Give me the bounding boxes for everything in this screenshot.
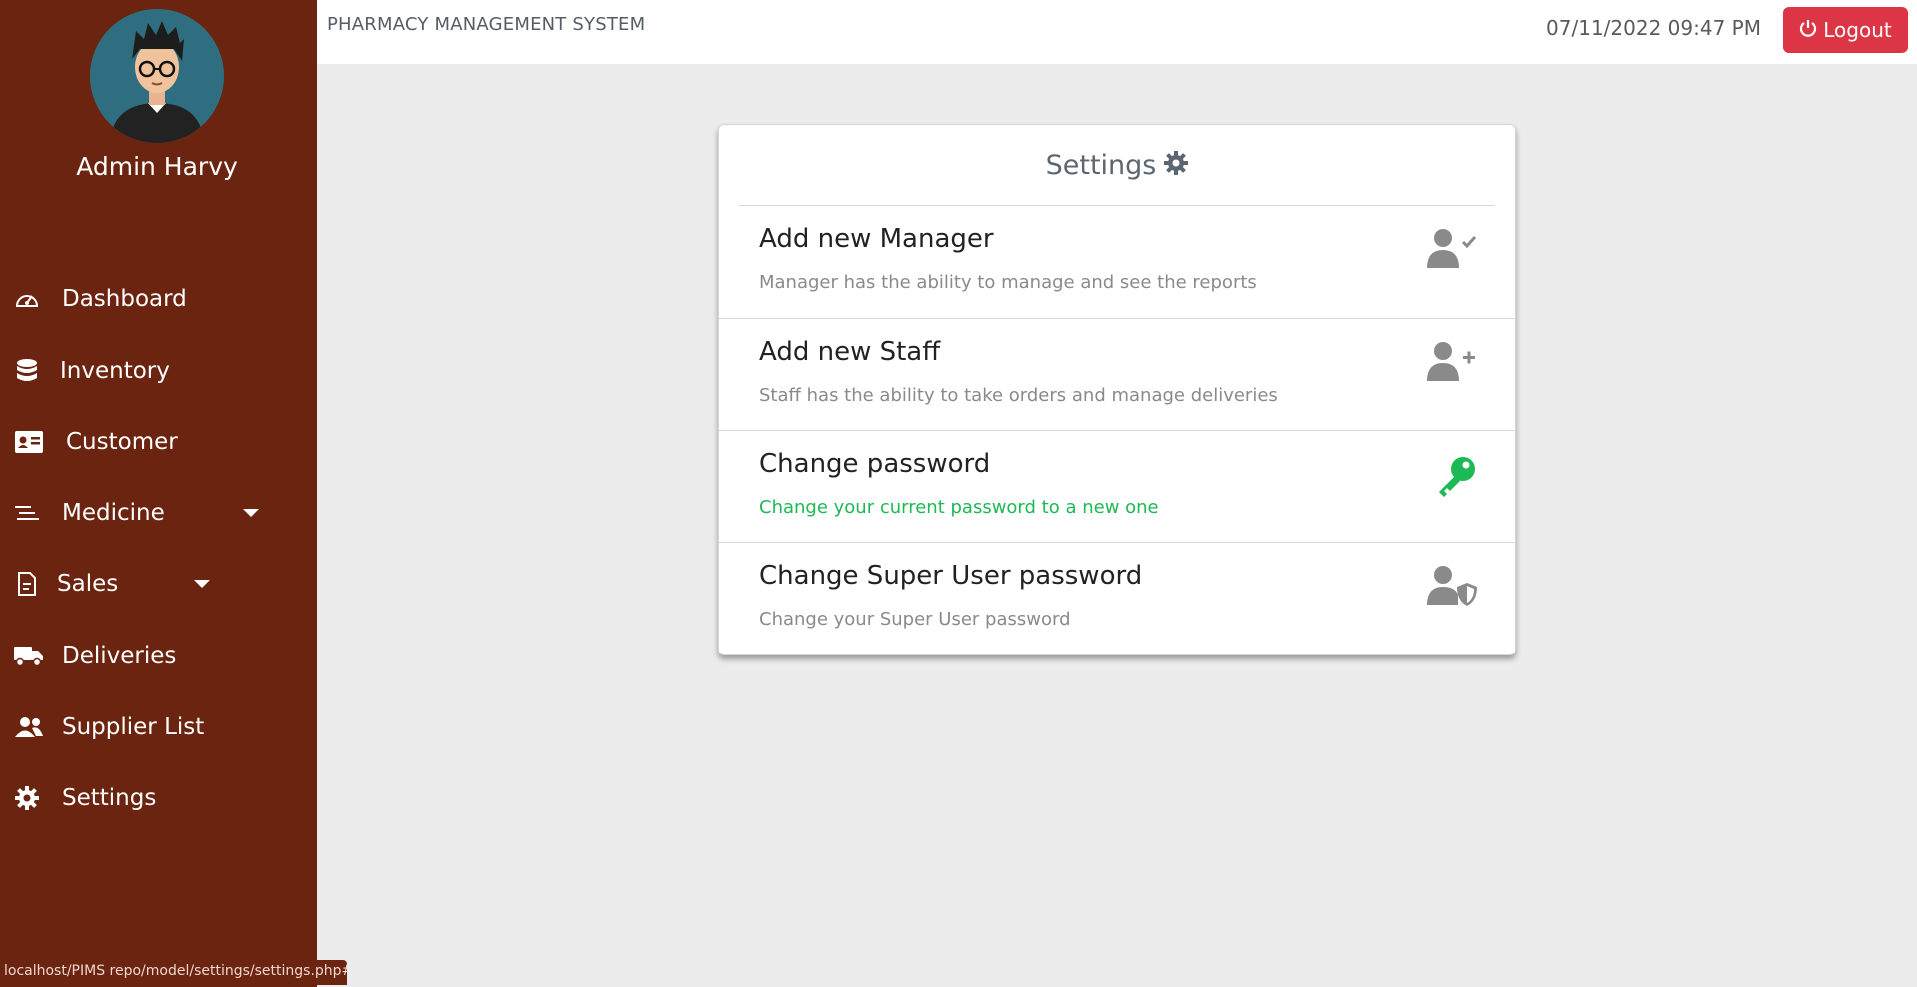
sidebar-item-label: Settings [62, 785, 157, 811]
row-title: Add new Staff [759, 337, 941, 367]
row-desc: Change your current password to a new on… [759, 497, 1159, 518]
app-title: PHARMACY MANAGEMENT SYSTEM [327, 14, 646, 35]
sidebar-item-dashboard[interactable]: Dashboard [0, 274, 317, 324]
logout-label: Logout [1823, 18, 1892, 42]
gear-icon [14, 785, 40, 811]
sidebar-item-medicine[interactable]: Medicine [0, 488, 317, 538]
admin-name: Admin Harvy [76, 152, 238, 181]
sidebar-item-label: Inventory [60, 358, 170, 384]
user-shield-icon [1425, 565, 1479, 609]
browser-status-url: localhost/PIMS repo/model/settings/setti… [0, 960, 347, 985]
document-icon [14, 571, 40, 597]
sidebar-item-label: Medicine [62, 500, 165, 526]
users-icon [14, 714, 44, 740]
change-password-row[interactable]: Change password Change your current pass… [719, 430, 1515, 541]
chevron-down-icon[interactable] [243, 509, 259, 517]
card-title: Settings [1045, 149, 1157, 181]
change-superuser-password-row[interactable]: Change Super User password Change your S… [719, 542, 1515, 653]
user-check-icon [1425, 228, 1479, 272]
row-desc: Staff has the ability to take orders and… [759, 385, 1278, 406]
bars-icon [14, 500, 40, 526]
sidebar-item-settings[interactable]: Settings [0, 773, 317, 823]
row-title: Change Super User password [759, 561, 1143, 591]
sidebar-item-label: Dashboard [62, 286, 187, 312]
id-card-icon [14, 429, 44, 455]
sidebar-item-inventory[interactable]: Inventory [0, 346, 317, 396]
card-header: Settings [739, 125, 1495, 206]
row-title: Change password [759, 449, 991, 479]
key-icon [1425, 453, 1479, 497]
avatar [90, 9, 224, 143]
database-icon [14, 358, 40, 384]
user-plus-icon [1425, 341, 1479, 385]
truck-icon [14, 643, 44, 669]
row-desc: Manager has the ability to manage and se… [759, 272, 1257, 293]
row-desc: Change your Super User password [759, 609, 1071, 630]
topbar: PHARMACY MANAGEMENT SYSTEM 07/11/2022 09… [317, 0, 1917, 64]
logout-button[interactable]: Logout [1783, 7, 1908, 53]
row-title: Add new Manager [759, 224, 994, 254]
chevron-down-icon[interactable] [194, 580, 210, 588]
add-manager-row[interactable]: Add new Manager Manager has the ability … [719, 206, 1515, 317]
sidebar-item-label: Supplier List [62, 714, 205, 740]
power-icon [1799, 18, 1817, 42]
sidebar: Admin Harvy Dashboard Inventory Customer… [0, 0, 317, 987]
gear-icon [1164, 151, 1189, 179]
sidebar-item-label: Sales [57, 571, 119, 597]
sidebar-item-customer[interactable]: Customer [0, 417, 317, 467]
gauge-icon [14, 286, 40, 312]
settings-card: Settings Add new Manager Manager has the… [718, 124, 1516, 655]
sidebar-item-sales[interactable]: Sales [0, 559, 317, 609]
sidebar-item-supplier-list[interactable]: Supplier List [0, 702, 317, 752]
sidebar-item-label: Customer [66, 429, 178, 455]
add-staff-row[interactable]: Add new Staff Staff has the ability to t… [719, 318, 1515, 429]
datetime: 07/11/2022 09:47 PM [1546, 16, 1761, 40]
sidebar-item-label: Deliveries [62, 643, 177, 669]
sidebar-item-deliveries[interactable]: Deliveries [0, 631, 317, 681]
